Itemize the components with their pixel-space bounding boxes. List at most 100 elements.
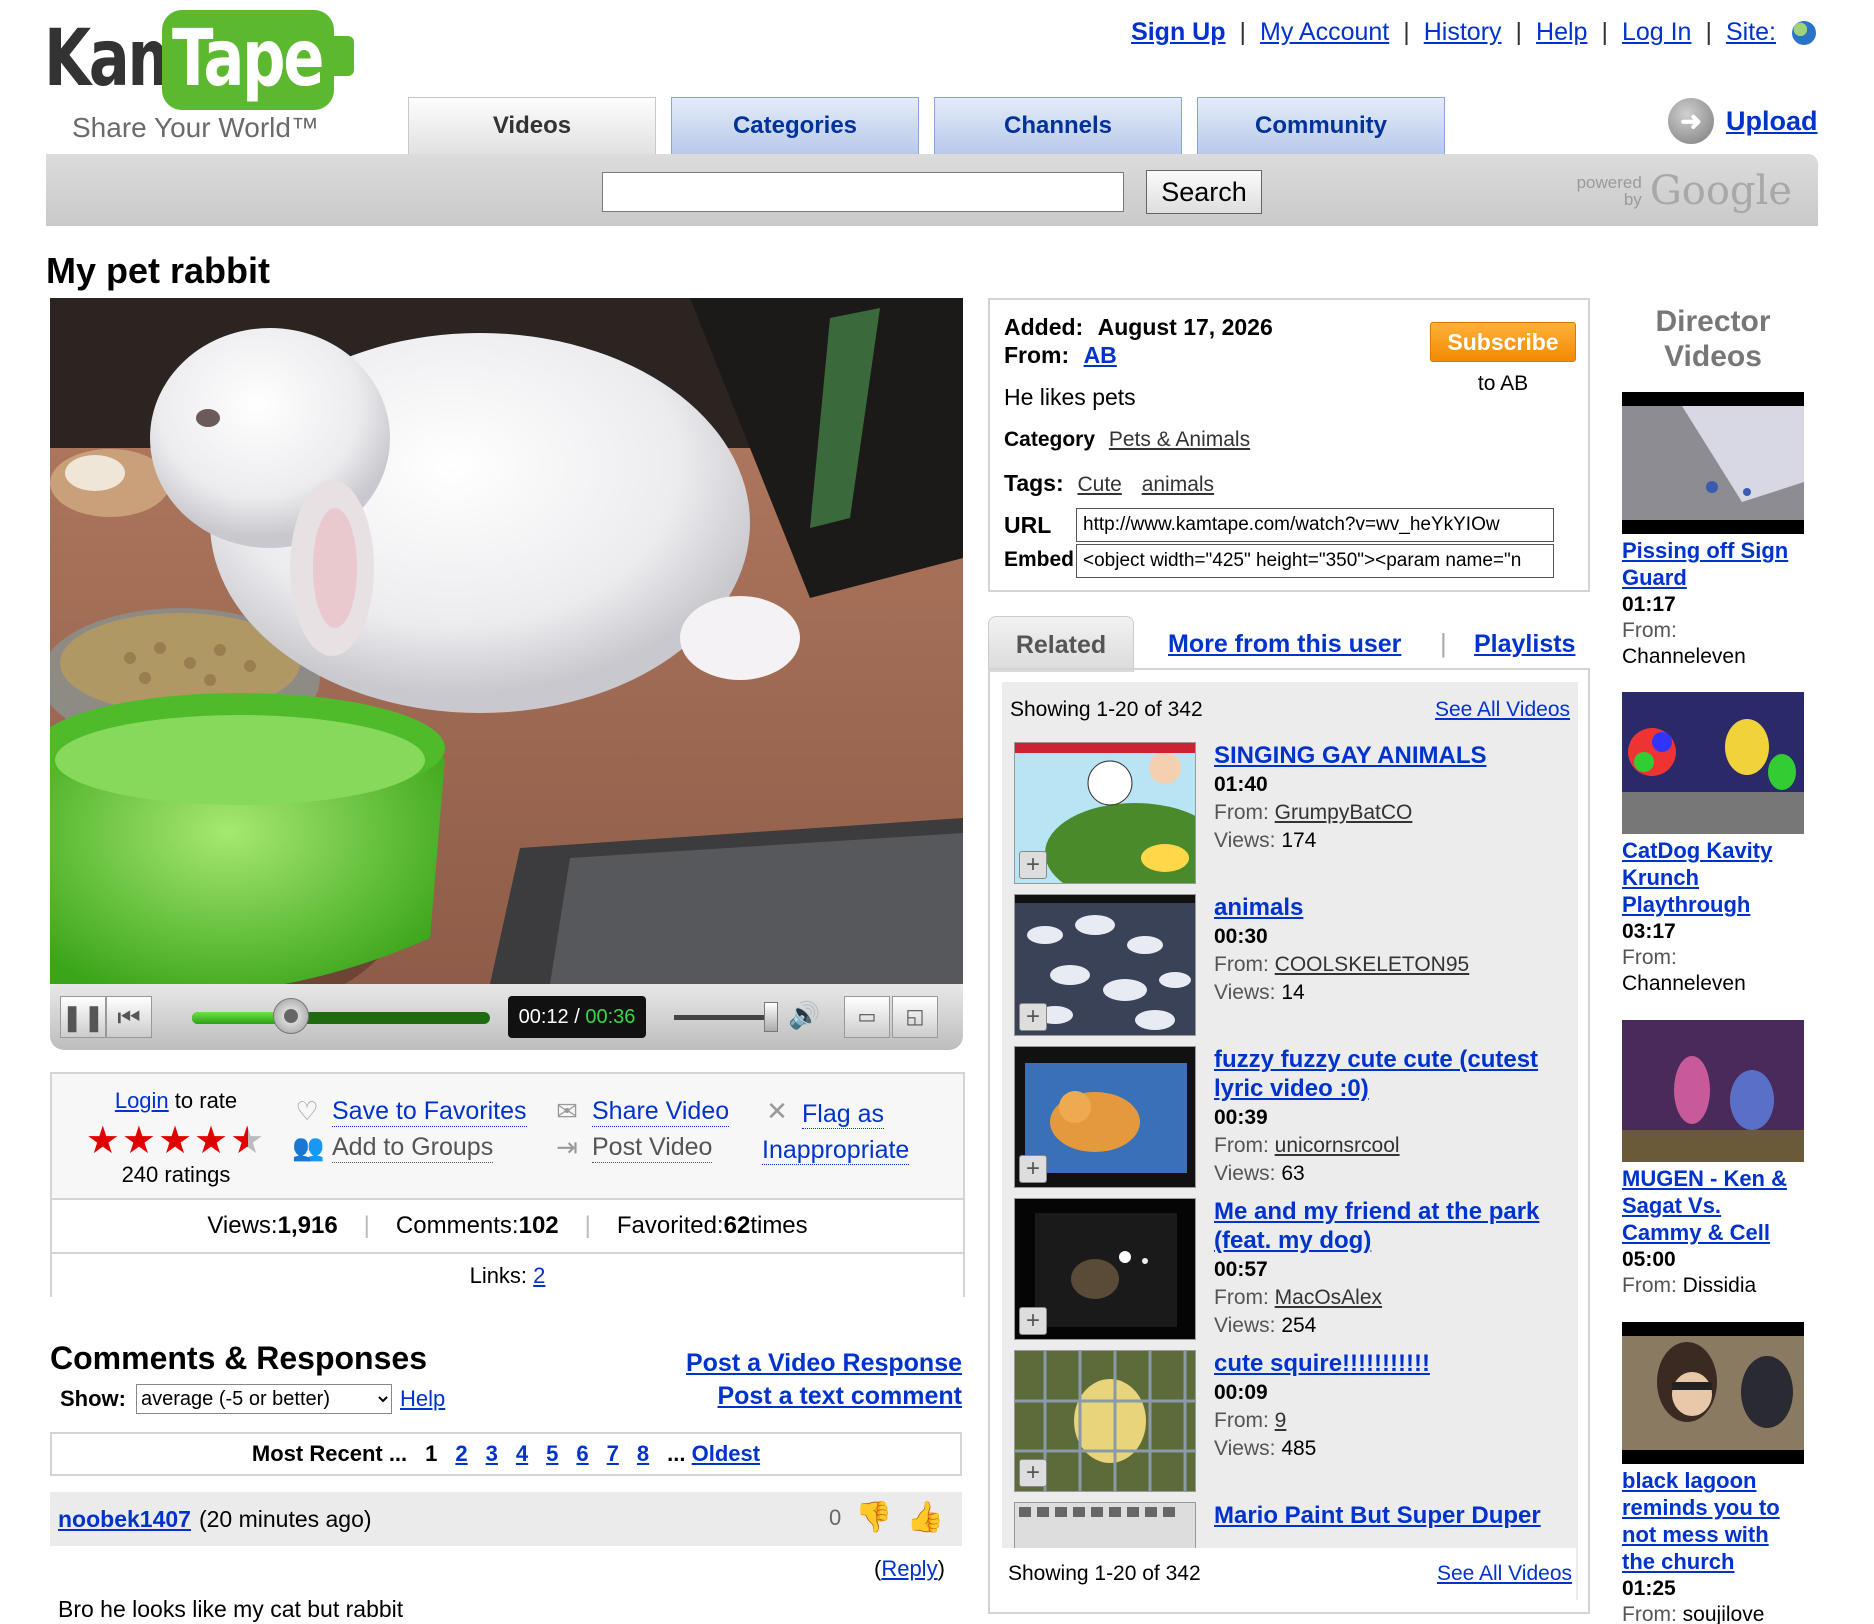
related-thumbnail[interactable]: +: [1014, 1198, 1196, 1340]
director-thumbnail[interactable]: [1622, 392, 1804, 534]
director-thumbnail[interactable]: [1622, 692, 1804, 834]
add-to-groups[interactable]: 👥 Add to Groups: [292, 1132, 494, 1163]
related-list[interactable]: Showing 1-20 of 342 See All Videos + SIN…: [1002, 682, 1578, 1600]
my-account-link[interactable]: My Account: [1260, 18, 1389, 47]
related-user-link[interactable]: COOLSKELETON95: [1275, 953, 1470, 976]
history-link[interactable]: History: [1424, 18, 1502, 47]
kamtape-logo[interactable]: Kam Tape Share Your World™: [44, 10, 354, 143]
progress-knob[interactable]: [273, 998, 310, 1034]
related-thumbnail[interactable]: +: [1014, 1046, 1196, 1188]
star-icon[interactable]: ★: [230, 1120, 266, 1162]
director-video-item[interactable]: CatDog Kavity Krunch Playthrough 03:17 F…: [1622, 692, 1804, 997]
embed-field[interactable]: [1076, 544, 1554, 578]
save-to-favorites-link[interactable]: Save to Favorites: [332, 1097, 527, 1127]
add-to-quicklist-icon[interactable]: +: [1019, 1459, 1047, 1487]
links-count-link[interactable]: 2: [533, 1263, 545, 1288]
search-button[interactable]: Search: [1146, 170, 1262, 214]
tab-more-from-user[interactable]: More from this user: [1168, 630, 1401, 659]
pager-page-link[interactable]: 5: [546, 1441, 558, 1467]
share-video[interactable]: ✉ Share Video: [552, 1096, 730, 1127]
director-video-item[interactable]: MUGEN - Ken & Sagat Vs. Cammy & Cell 05:…: [1622, 1020, 1804, 1299]
add-to-quicklist-icon[interactable]: +: [1019, 1003, 1047, 1031]
video-frame[interactable]: [50, 298, 963, 984]
comment-filter-select[interactable]: average (-5 or better): [136, 1384, 392, 1414]
sign-up-link[interactable]: Sign Up: [1131, 18, 1225, 47]
tab-channels[interactable]: Channels: [934, 97, 1182, 155]
related-item[interactable]: + animals 00:30 From: COOLSKELETON95 Vie…: [1002, 894, 1578, 1046]
thumbs-down-icon[interactable]: 👎: [855, 1500, 892, 1535]
upload-link-group[interactable]: ➜ Upload: [1668, 98, 1818, 144]
rating-stars[interactable]: ★★★★★: [76, 1122, 276, 1160]
comment-help-link[interactable]: Help: [400, 1386, 445, 1412]
director-thumbnail[interactable]: [1622, 1322, 1804, 1464]
add-to-groups-link[interactable]: Add to Groups: [332, 1133, 494, 1163]
related-thumbnail[interactable]: +: [1014, 894, 1196, 1036]
search-input[interactable]: [602, 172, 1124, 212]
related-user-link[interactable]: 9: [1275, 1409, 1287, 1432]
thumbs-up-icon[interactable]: 👍: [907, 1500, 944, 1535]
add-to-quicklist-icon[interactable]: +: [1019, 1155, 1047, 1183]
rewind-button[interactable]: ⏮: [106, 996, 152, 1038]
related-item[interactable]: + Me and my friend at the park (feat. my…: [1002, 1198, 1578, 1350]
related-item[interactable]: + cute squire!!!!!!!!!!! 00:09 From: 9 V…: [1002, 1350, 1578, 1502]
pager-page-link[interactable]: 4: [516, 1441, 528, 1467]
progress-bar[interactable]: [192, 1012, 490, 1024]
related-title-link[interactable]: animals: [1214, 894, 1303, 921]
director-title-link[interactable]: MUGEN - Ken & Sagat Vs. Cammy & Cell: [1622, 1166, 1787, 1245]
pager-oldest-link[interactable]: Oldest: [692, 1441, 760, 1466]
site-link[interactable]: Site:: [1726, 18, 1776, 47]
globe-icon[interactable]: [1792, 20, 1816, 45]
post-text-comment-link[interactable]: Post a text comment: [717, 1382, 962, 1410]
tab-community[interactable]: Community: [1197, 97, 1445, 155]
reply-link[interactable]: Reply: [881, 1556, 937, 1581]
pager-page-link[interactable]: 3: [486, 1441, 498, 1467]
see-all-videos-top[interactable]: See All Videos: [1435, 698, 1570, 722]
related-title-link[interactable]: Me and my friend at the park (feat. my d…: [1214, 1198, 1539, 1254]
share-video-link[interactable]: Share Video: [592, 1097, 730, 1127]
director-title-link[interactable]: Pissing off Sign Guard: [1622, 538, 1788, 590]
star-icon[interactable]: ★: [194, 1120, 230, 1162]
director-title-link[interactable]: CatDog Kavity Krunch Playthrough: [1622, 838, 1772, 917]
director-thumbnail[interactable]: [1622, 1020, 1804, 1162]
fullscreen-button[interactable]: ◱: [892, 996, 938, 1038]
director-video-item[interactable]: Pissing off Sign Guard 01:17 From: Chann…: [1622, 392, 1804, 670]
tab-playlists[interactable]: Playlists: [1474, 630, 1575, 659]
inappropriate-link[interactable]: Inappropriate: [762, 1136, 910, 1165]
speaker-icon[interactable]: 🔊: [788, 1000, 820, 1031]
pager-page-link[interactable]: 2: [455, 1441, 467, 1467]
related-title-link[interactable]: Mario Paint But Super Duper: [1214, 1502, 1541, 1529]
category-link[interactable]: Pets & Animals: [1109, 428, 1250, 451]
save-to-favorites[interactable]: ♡ Save to Favorites: [292, 1096, 527, 1127]
tab-categories[interactable]: Categories: [671, 97, 919, 155]
related-user-link[interactable]: MacOsAlex: [1275, 1286, 1382, 1309]
director-title-link[interactable]: black lagoon reminds you to not mess wit…: [1622, 1468, 1780, 1574]
flag-as-link[interactable]: Flag as: [802, 1100, 884, 1129]
related-thumbnail[interactable]: +: [1014, 742, 1196, 884]
uploader-link[interactable]: AB: [1084, 342, 1117, 368]
related-item[interactable]: + fuzzy fuzzy cute cute (cutest lyric vi…: [1002, 1046, 1578, 1198]
star-icon[interactable]: ★: [158, 1120, 194, 1162]
add-to-quicklist-icon[interactable]: +: [1019, 1307, 1047, 1335]
tab-related[interactable]: Related: [988, 616, 1134, 672]
related-user-link[interactable]: GrumpyBatCO: [1275, 801, 1413, 824]
related-title-link[interactable]: SINGING GAY ANIMALS: [1214, 742, 1486, 769]
tag-link[interactable]: Cute: [1077, 473, 1121, 496]
see-all-videos-bottom[interactable]: See All Videos: [1437, 1562, 1572, 1586]
post-video-response-link[interactable]: Post a Video Response: [686, 1349, 962, 1377]
pager-page-link[interactable]: 6: [576, 1441, 588, 1467]
pager-page-link[interactable]: 8: [637, 1441, 649, 1467]
volume-knob[interactable]: [764, 1002, 778, 1032]
related-thumbnail[interactable]: +: [1014, 1350, 1196, 1492]
post-video-link[interactable]: Post Video: [592, 1133, 713, 1163]
volume-slider[interactable]: [674, 1015, 764, 1020]
upload-arrow-icon[interactable]: ➜: [1668, 98, 1714, 144]
star-icon[interactable]: ★: [86, 1120, 122, 1162]
normal-size-button[interactable]: ▭: [844, 996, 890, 1038]
tag-link[interactable]: animals: [1142, 473, 1214, 496]
post-video[interactable]: ⇥ Post Video: [552, 1132, 713, 1163]
login-to-rate-link[interactable]: Login: [115, 1088, 169, 1113]
pager-page-link[interactable]: 7: [607, 1441, 619, 1467]
comment-user-link[interactable]: noobek1407: [58, 1506, 191, 1533]
url-field[interactable]: [1076, 508, 1554, 542]
flag-inappropriate[interactable]: ✕ Flag as Inappropriate: [762, 1096, 910, 1168]
